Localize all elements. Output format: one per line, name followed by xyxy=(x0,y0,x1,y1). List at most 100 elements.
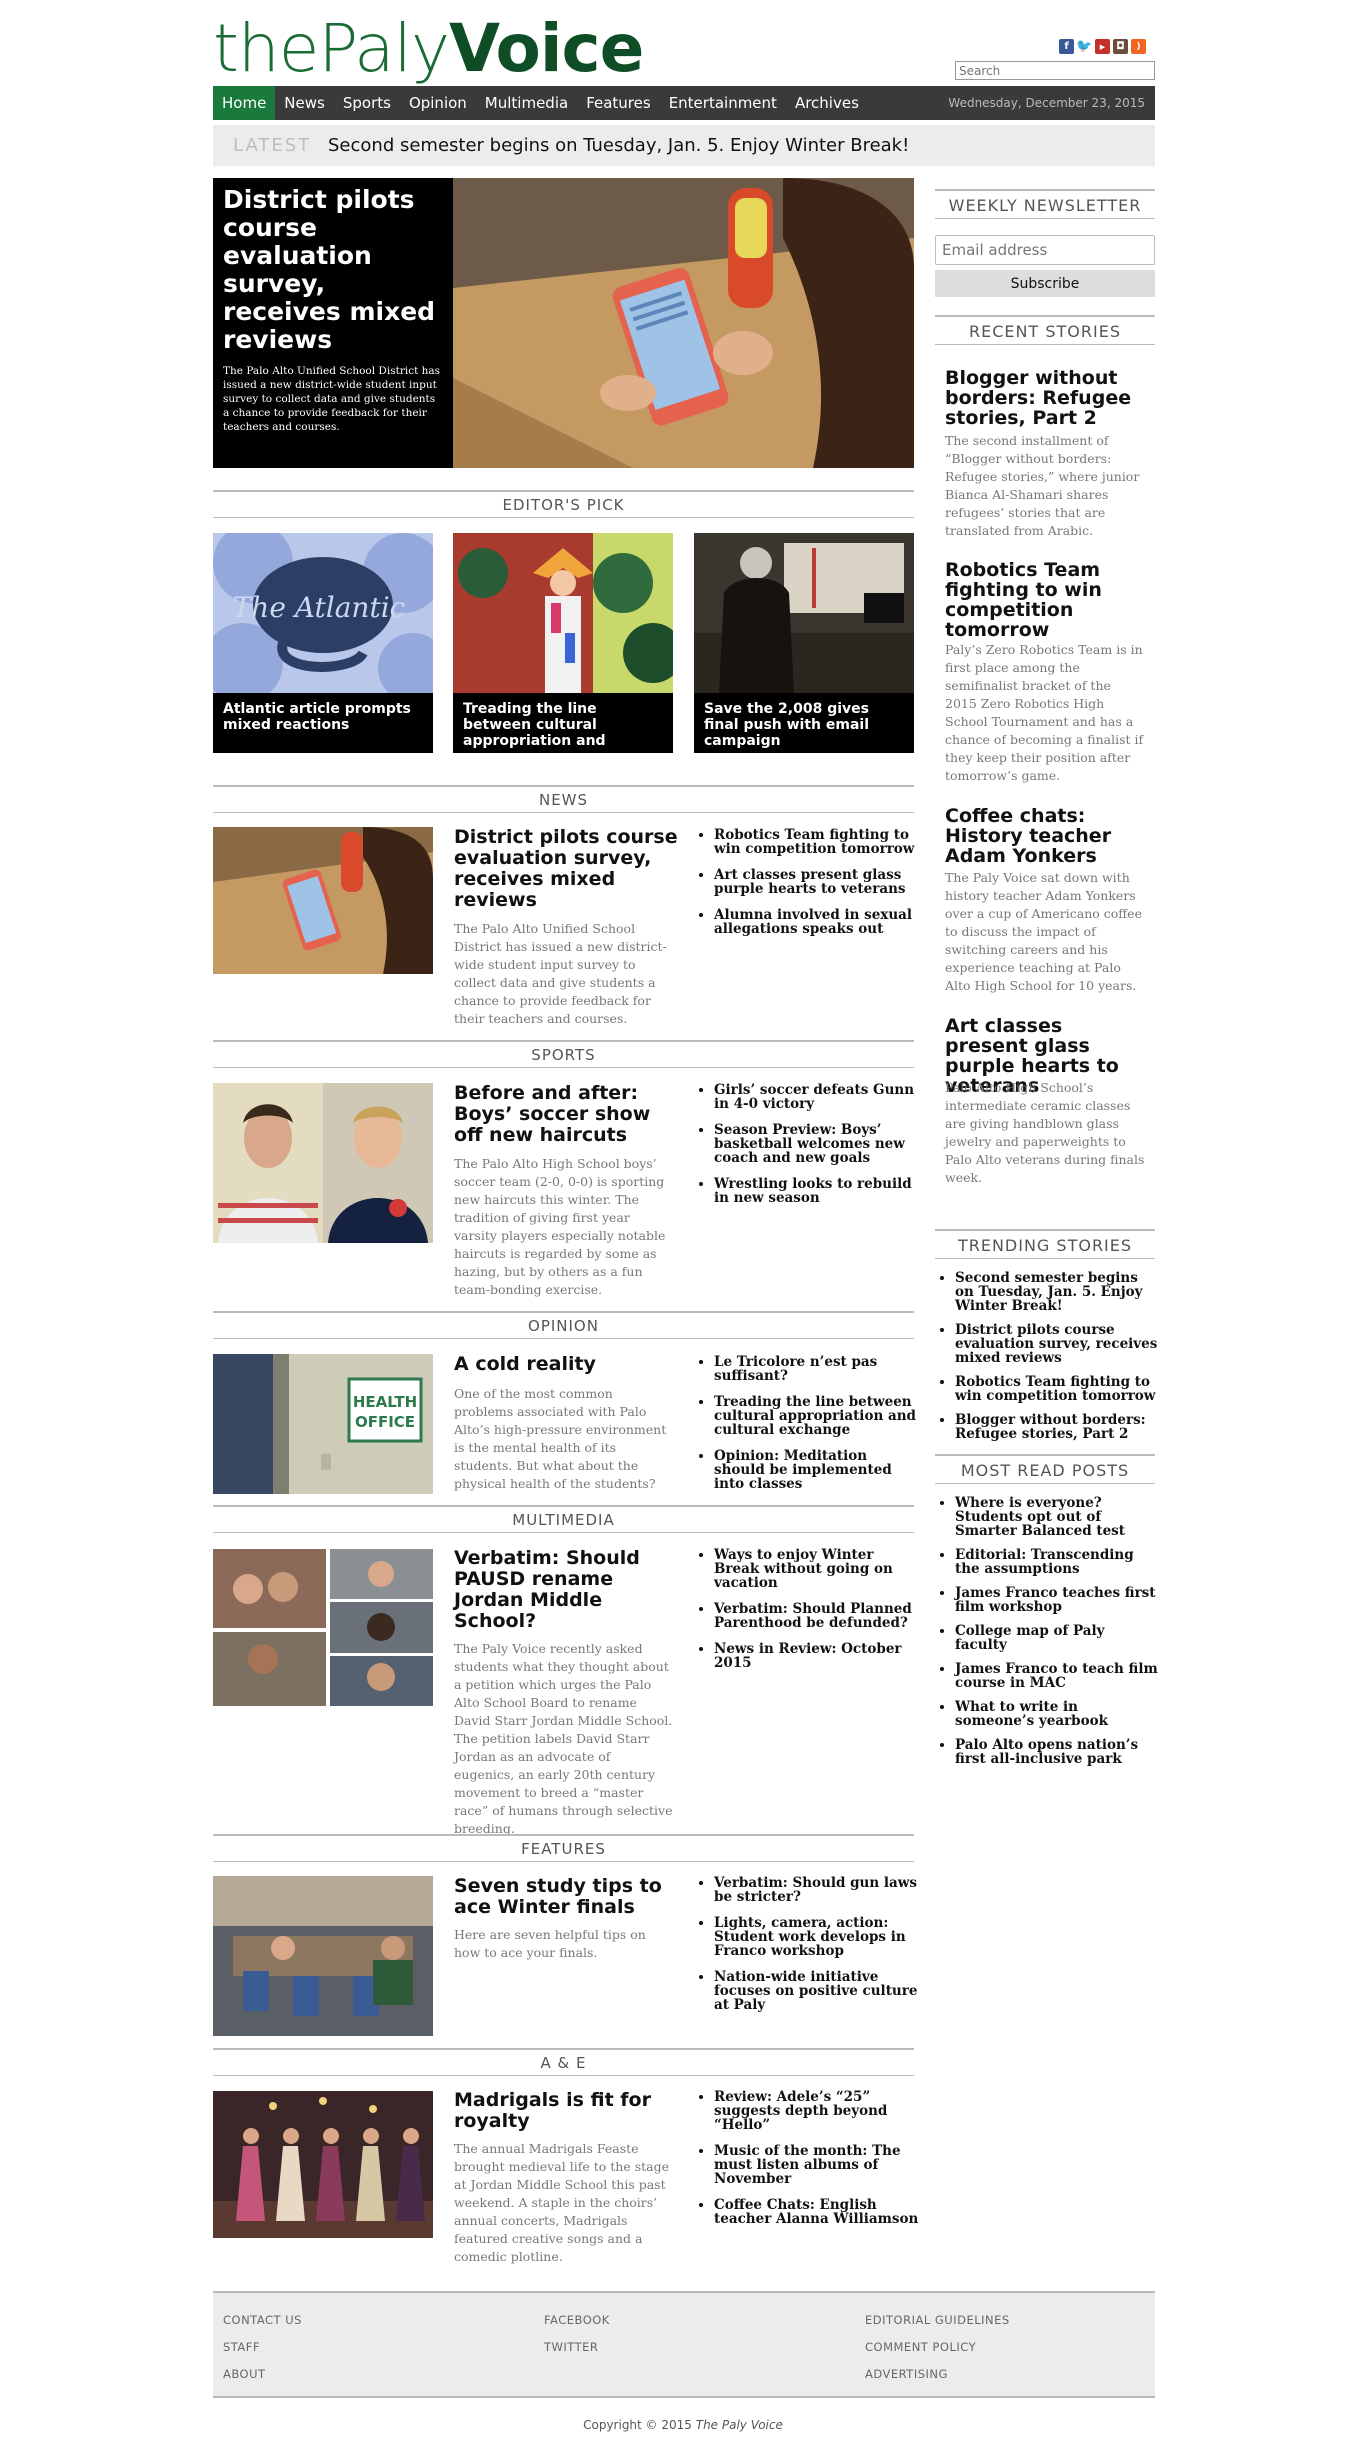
featured-story-title[interactable]: District pilots course evaluation survey… xyxy=(223,186,443,354)
sports-story-title[interactable]: Before and after: Boys’ soccer show off … xyxy=(454,1083,679,1146)
news-story-title[interactable]: District pilots course evaluation survey… xyxy=(454,827,679,911)
features-link[interactable]: Lights, camera, action: Student work dev… xyxy=(714,1916,919,1958)
recent-story-title[interactable]: Coffee chats: History teacher Adam Yonke… xyxy=(945,806,1145,866)
trending-link[interactable]: Blogger without borders: Refugee stories… xyxy=(955,1413,1158,1441)
ae-story-summary: The annual Madrigals Feaste brought medi… xyxy=(454,2141,669,2264)
editors-pick-item[interactable]: Save the 2,008 gives final push with ema… xyxy=(694,533,914,753)
ae-photo[interactable] xyxy=(213,2091,433,2238)
editors-pick-item[interactable]: The Atlantic Atlantic article prompts mi… xyxy=(213,533,433,753)
featured-story-photo[interactable] xyxy=(453,178,914,468)
search-input[interactable] xyxy=(955,61,1155,80)
news-links: Robotics Team fighting to win competitio… xyxy=(697,828,919,948)
features-story-title[interactable]: Seven study tips to ace Winter finals xyxy=(454,1876,679,1918)
featured-story[interactable]: District pilots course evaluation survey… xyxy=(213,178,914,468)
ae-story-title[interactable]: Madrigals is fit for royalty xyxy=(454,2090,679,2132)
nav-features[interactable]: Features xyxy=(577,86,660,120)
trending-link[interactable]: Second semester begins on Tuesday, Jan. … xyxy=(955,1271,1158,1313)
recent-story-title[interactable]: Robotics Team fighting to win competitio… xyxy=(945,560,1145,640)
subscribe-button[interactable]: Subscribe xyxy=(935,270,1155,297)
latest-headline[interactable]: Second semester begins on Tuesday, Jan. … xyxy=(328,135,909,156)
sports-photo[interactable] xyxy=(213,1083,433,1243)
footer-link-advertising[interactable]: ADVERTISING xyxy=(865,2367,948,2381)
nav-entertainment[interactable]: Entertainment xyxy=(660,86,786,120)
multimedia-photo[interactable] xyxy=(213,1549,433,1706)
ae-link[interactable]: Review: Adele’s “25” suggests depth beyo… xyxy=(714,2090,919,2132)
sports-link[interactable]: Girls’ soccer defeats Gunn in 4-0 victor… xyxy=(714,1083,919,1111)
logo-voice: Voice xyxy=(449,10,644,87)
footer: CONTACT US STAFF ABOUT FACEBOOK TWITTER … xyxy=(213,2291,1155,2398)
opinion-link[interactable]: Opinion: Meditation should be implemente… xyxy=(714,1449,919,1491)
footer-link-editorial-guidelines[interactable]: EDITORIAL GUIDELINES xyxy=(865,2313,1010,2327)
news-link[interactable]: Robotics Team fighting to win competitio… xyxy=(714,828,919,856)
news-story-summary: The Palo Alto Unified School District ha… xyxy=(454,921,667,1026)
editors-pick-caption: Save the 2,008 gives final push with ema… xyxy=(694,693,914,753)
features-link[interactable]: Nation-wide initiative focuses on positi… xyxy=(714,1970,919,2012)
multimedia-link[interactable]: Verbatim: Should Planned Parenthood be d… xyxy=(714,1602,919,1630)
trending-link[interactable]: Robotics Team fighting to win competitio… xyxy=(955,1375,1158,1403)
footer-link-staff[interactable]: STAFF xyxy=(223,2340,260,2354)
site-logo[interactable]: thePalyVoice xyxy=(213,10,644,88)
most-read-link[interactable]: Where is everyone? Students opt out of S… xyxy=(955,1496,1158,1538)
most-read-link[interactable]: Palo Alto opens nation’s first all-inclu… xyxy=(955,1738,1158,1766)
twitter-icon[interactable]: 🐦 xyxy=(1076,39,1093,54)
trending-list: Second semester begins on Tuesday, Jan. … xyxy=(945,1271,1158,1451)
footer-link-about[interactable]: ABOUT xyxy=(223,2367,266,2381)
rss-icon[interactable]: ) xyxy=(1131,39,1146,54)
recent-story-title[interactable]: Blogger without borders: Refugee stories… xyxy=(945,368,1145,428)
nav-opinion[interactable]: Opinion xyxy=(400,86,476,120)
most-read-link[interactable]: Editorial: Transcending the assumptions xyxy=(955,1548,1158,1576)
main-nav: Home News Sports Opinion Multimedia Feat… xyxy=(213,86,1155,120)
sports-links: Girls’ soccer defeats Gunn in 4-0 victor… xyxy=(697,1083,919,1217)
opinion-story-summary: One of the most common problems associat… xyxy=(454,1386,667,1491)
most-read-link[interactable]: What to write in someone’s yearbook xyxy=(955,1700,1158,1728)
atlantic-logo-text: The Atlantic xyxy=(233,591,406,624)
ae-link[interactable]: Music of the month: The must listen albu… xyxy=(714,2144,919,2186)
nav-sports[interactable]: Sports xyxy=(334,86,400,120)
news-photo[interactable] xyxy=(213,827,433,974)
youtube-icon[interactable]: ▶ xyxy=(1095,39,1110,54)
facebook-icon[interactable]: f xyxy=(1059,39,1074,54)
featured-story-summary: The Palo Alto Unified School District ha… xyxy=(223,365,441,433)
most-read-link[interactable]: College map of Paly faculty xyxy=(955,1624,1158,1652)
opinion-link[interactable]: Le Tricolore n’est pas suffisant? xyxy=(714,1355,919,1383)
features-photo[interactable] xyxy=(213,1876,433,2036)
footer-link-comment-policy[interactable]: COMMENT POLICY xyxy=(865,2340,976,2354)
email-field[interactable] xyxy=(935,235,1155,265)
multimedia-story-title[interactable]: Verbatim: Should PAUSD rename Jordan Mid… xyxy=(454,1548,679,1632)
opinion-link[interactable]: Treading the line between cultural appro… xyxy=(714,1395,919,1437)
footer-link-twitter[interactable]: TWITTER xyxy=(544,2340,598,2354)
ae-links: Review: Adele’s “25” suggests depth beyo… xyxy=(697,2090,919,2238)
opinion-links: Le Tricolore n’est pas suffisant? Treadi… xyxy=(697,1355,919,1503)
footer-link-contact[interactable]: CONTACT US xyxy=(223,2313,302,2327)
footer-link-facebook[interactable]: FACEBOOK xyxy=(544,2313,610,2327)
health-office-sign-text: OFFICE xyxy=(355,1413,415,1431)
editors-pick-item[interactable]: Treading the line between cultural appro… xyxy=(453,533,673,753)
recent-stories-heading: RECENT STORIES xyxy=(935,315,1155,345)
recent-story-summary: The second installment of “Blogger witho… xyxy=(945,433,1140,538)
news-link[interactable]: Art classes present glass purple hearts … xyxy=(714,868,919,896)
editors-pick-caption: Atlantic article prompts mixed reactions xyxy=(213,693,433,753)
sports-link[interactable]: Season Preview: Boys’ basketball welcome… xyxy=(714,1123,919,1165)
sports-link[interactable]: Wrestling looks to rebuild in new season xyxy=(714,1177,919,1205)
multimedia-links: Ways to enjoy Winter Break without going… xyxy=(697,1548,919,1682)
nav-multimedia[interactable]: Multimedia xyxy=(476,86,577,120)
ae-link[interactable]: Coffee Chats: English teacher Alanna Wil… xyxy=(714,2198,919,2226)
instagram-icon[interactable]: ◘ xyxy=(1113,39,1128,54)
most-read-link[interactable]: James Franco teaches first film workshop xyxy=(955,1586,1158,1614)
nav-news[interactable]: News xyxy=(275,86,334,120)
opinion-photo[interactable]: HEALTH OFFICE xyxy=(213,1354,433,1494)
multimedia-link[interactable]: News in Review: October 2015 xyxy=(714,1642,919,1670)
multimedia-link[interactable]: Ways to enjoy Winter Break without going… xyxy=(714,1548,919,1590)
features-link[interactable]: Verbatim: Should gun laws be stricter? xyxy=(714,1876,919,1904)
recent-story-summary: Paly’s Zero Robotics Team is in first pl… xyxy=(945,642,1144,783)
latest-label: LATEST xyxy=(233,135,312,156)
nav-home[interactable]: Home xyxy=(213,86,276,120)
sports-heading: SPORTS xyxy=(213,1040,914,1068)
most-read-link[interactable]: James Franco to teach film course in MAC xyxy=(955,1662,1158,1690)
opinion-story-title[interactable]: A cold reality xyxy=(454,1354,679,1375)
trending-link[interactable]: District pilots course evaluation survey… xyxy=(955,1323,1158,1365)
newsletter-heading: WEEKLY NEWSLETTER xyxy=(935,189,1155,219)
news-link[interactable]: Alumna involved in sexual allegations sp… xyxy=(714,908,919,936)
news-heading: NEWS xyxy=(213,785,914,813)
nav-archives[interactable]: Archives xyxy=(786,86,868,120)
